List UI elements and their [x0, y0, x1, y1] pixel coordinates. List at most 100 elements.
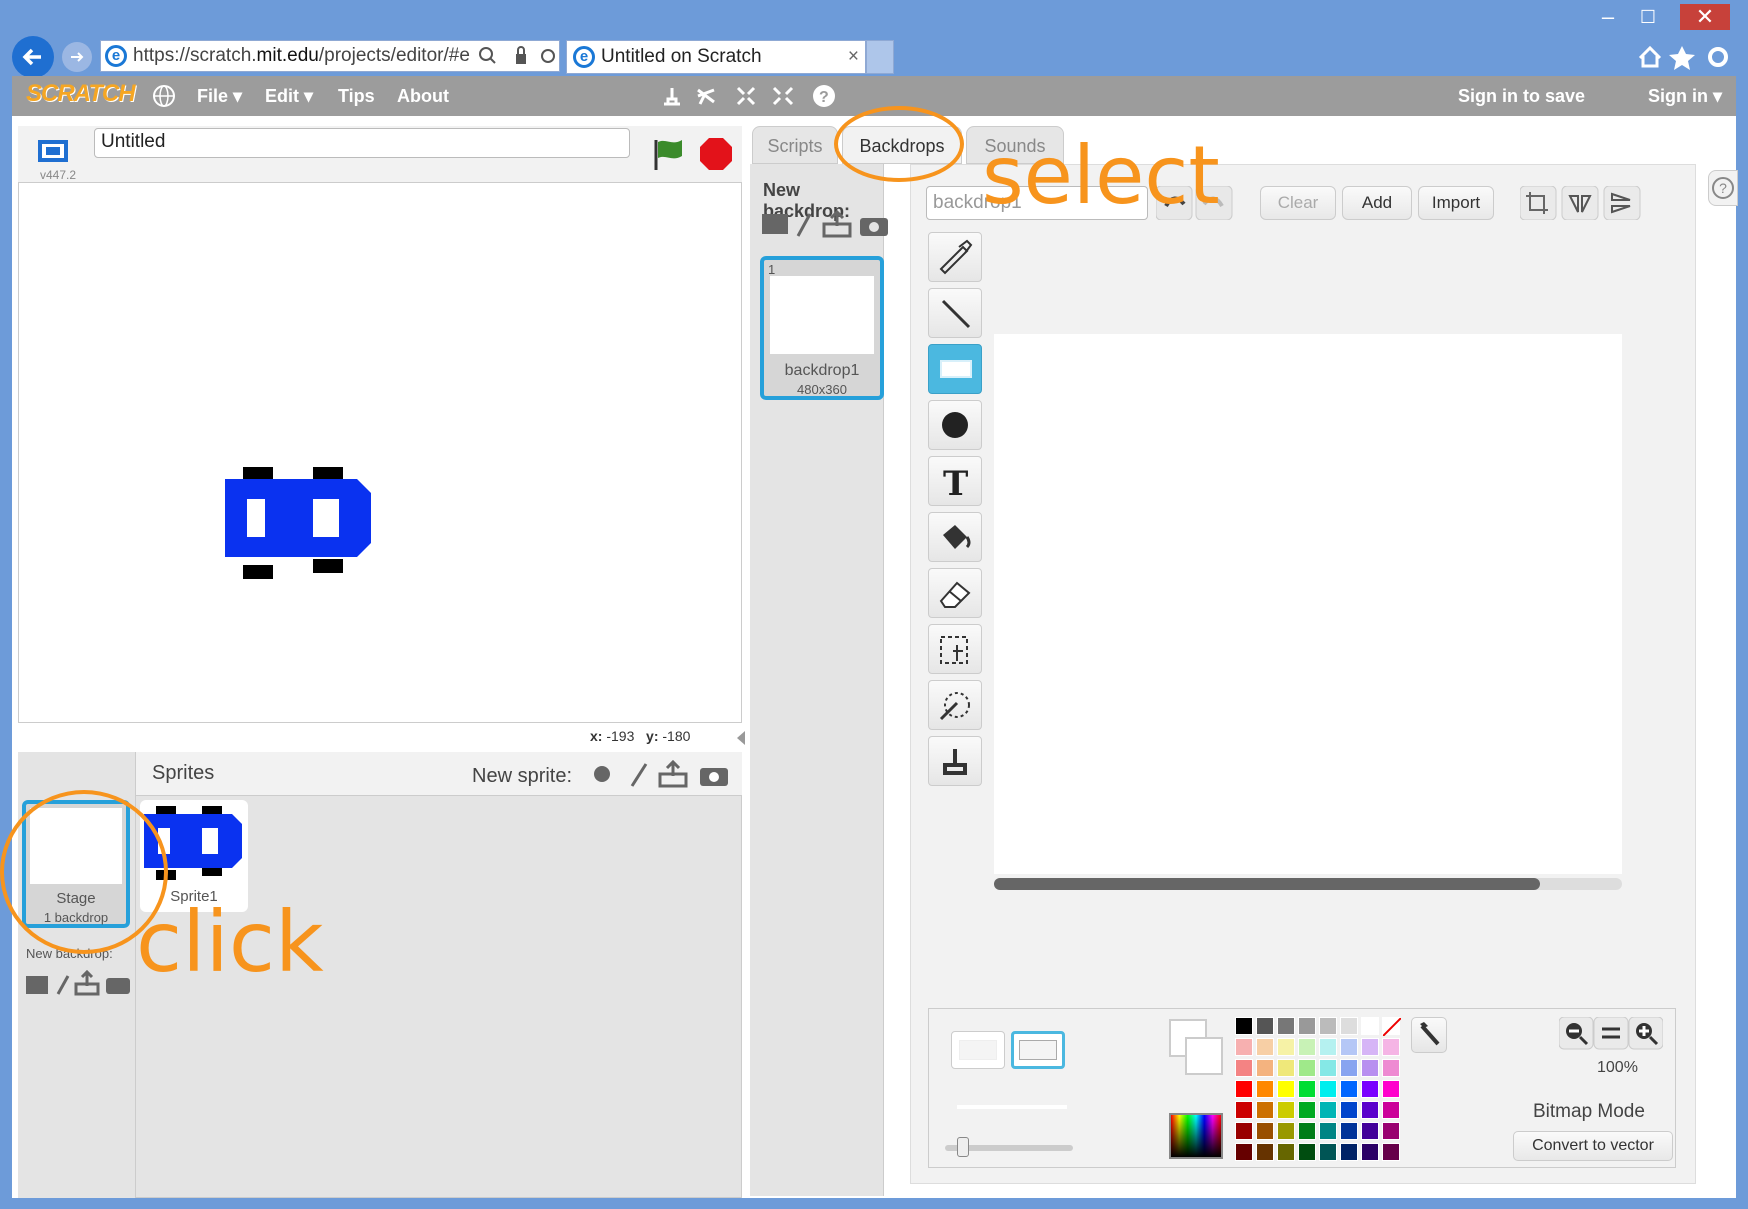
menu-about[interactable]: About — [397, 86, 449, 107]
new-backdrop-icons[interactable] — [760, 208, 890, 240]
color-swatch[interactable] — [1361, 1122, 1379, 1140]
close-window-button[interactable]: ✕ — [1680, 4, 1730, 30]
color-swatch[interactable] — [1361, 1038, 1379, 1056]
color-swatch[interactable] — [1319, 1080, 1337, 1098]
color-swatch[interactable] — [1235, 1143, 1253, 1161]
color-swatch[interactable] — [1340, 1143, 1358, 1161]
brush-size-handle[interactable] — [957, 1137, 969, 1157]
import-button[interactable]: Import — [1418, 186, 1494, 220]
help-tab[interactable]: ? — [1708, 170, 1738, 206]
globe-icon[interactable] — [152, 84, 176, 108]
canvas-scroll-thumb[interactable] — [994, 878, 1540, 890]
color-swatch[interactable] — [1382, 1122, 1400, 1140]
color-swatch[interactable] — [1319, 1059, 1337, 1077]
sign-in-to-save-link[interactable]: Sign in to save — [1458, 86, 1585, 107]
star-icon[interactable] — [1669, 46, 1695, 70]
clear-button[interactable]: Clear — [1260, 186, 1336, 220]
color-swatch[interactable] — [1382, 1143, 1400, 1161]
color-swatch[interactable] — [1235, 1101, 1253, 1119]
color-swatch[interactable] — [1256, 1122, 1274, 1140]
car-sprite[interactable] — [225, 467, 377, 579]
color-swatch[interactable] — [1319, 1017, 1337, 1035]
transform-icons[interactable] — [1520, 186, 1644, 220]
color-swatch[interactable] — [1319, 1143, 1337, 1161]
home-icon[interactable] — [1638, 45, 1662, 68]
zoom-controls[interactable] — [1559, 1017, 1663, 1051]
menu-tips[interactable]: Tips — [338, 86, 375, 107]
color-swatch[interactable] — [1361, 1143, 1379, 1161]
color-swatch[interactable] — [1298, 1059, 1316, 1077]
color-swatch[interactable] — [1340, 1101, 1358, 1119]
color-swatch[interactable] — [1235, 1080, 1253, 1098]
color-swatch[interactable] — [1382, 1080, 1400, 1098]
project-title-input[interactable]: Untitled — [94, 128, 630, 158]
paint-canvas[interactable] — [994, 334, 1622, 874]
back-button[interactable] — [12, 36, 54, 78]
color-swatch[interactable] — [1277, 1101, 1295, 1119]
scratch-logo[interactable]: SCRATCH — [26, 80, 136, 108]
color-swatch[interactable] — [1340, 1017, 1358, 1035]
color-swatch[interactable] — [1235, 1038, 1253, 1056]
color-picker[interactable] — [1169, 1113, 1223, 1159]
color-swatch[interactable] — [1277, 1122, 1295, 1140]
color-swatch[interactable] — [1298, 1017, 1316, 1035]
edit-tools-icons[interactable]: ? — [658, 82, 848, 110]
color-swatch[interactable] — [1256, 1143, 1274, 1161]
color-swatch[interactable] — [1340, 1122, 1358, 1140]
browser-tab[interactable]: e Untitled on Scratch × — [566, 40, 866, 74]
color-swatch[interactable] — [1361, 1080, 1379, 1098]
stage-new-backdrop-icons[interactable] — [24, 970, 134, 998]
color-swatch[interactable] — [1277, 1059, 1295, 1077]
gear-icon[interactable] — [1708, 47, 1728, 67]
color-swatch[interactable] — [1256, 1038, 1274, 1056]
remove-background-tool[interactable] — [928, 680, 982, 730]
forward-button[interactable] — [62, 42, 92, 72]
tab-scripts[interactable]: Scripts — [752, 126, 838, 164]
color-swatch[interactable] — [1256, 1101, 1274, 1119]
color-swatch[interactable] — [1298, 1122, 1316, 1140]
color-swatch[interactable] — [1382, 1038, 1400, 1056]
outline-rect-option[interactable] — [951, 1031, 1005, 1069]
color-swatch[interactable] — [1319, 1038, 1337, 1056]
color-swatch[interactable] — [1277, 1038, 1295, 1056]
color-swatch[interactable] — [1361, 1101, 1379, 1119]
green-flag-icon[interactable] — [650, 136, 686, 172]
stamp-tool[interactable] — [928, 736, 982, 786]
color-swatch[interactable] — [1277, 1143, 1295, 1161]
menu-file[interactable]: File ▾ — [197, 86, 242, 107]
color-swatch[interactable] — [1235, 1017, 1253, 1035]
fullscreen-icon[interactable] — [32, 134, 74, 170]
collapse-stage-icon[interactable] — [734, 728, 748, 748]
color-swatch[interactable] — [1235, 1059, 1253, 1077]
color-swatch[interactable] — [1256, 1017, 1274, 1035]
color-swatch[interactable] — [1319, 1101, 1337, 1119]
secondary-color[interactable] — [1185, 1037, 1223, 1075]
color-swatch[interactable] — [1277, 1017, 1295, 1035]
tab-close-icon[interactable]: × — [848, 46, 859, 68]
eyedropper-button[interactable] — [1411, 1017, 1447, 1053]
sign-in-link[interactable]: Sign in ▾ — [1648, 86, 1722, 107]
color-swatch[interactable] — [1361, 1017, 1379, 1035]
line-tool[interactable] — [928, 288, 982, 338]
transparent-swatch[interactable] — [1382, 1017, 1402, 1037]
menu-edit[interactable]: Edit ▾ — [265, 86, 313, 107]
color-swatch[interactable] — [1382, 1059, 1400, 1077]
color-swatch[interactable] — [1298, 1143, 1316, 1161]
text-tool[interactable]: T — [928, 456, 982, 506]
color-swatch[interactable] — [1298, 1038, 1316, 1056]
convert-to-vector-button[interactable]: Convert to vector — [1513, 1131, 1673, 1161]
color-swatch[interactable] — [1340, 1059, 1358, 1077]
filled-rect-option[interactable] — [1011, 1031, 1065, 1069]
maximize-button[interactable]: ☐ — [1626, 4, 1670, 30]
color-swatch[interactable] — [1361, 1059, 1379, 1077]
backdrop-item[interactable]: 1 backdrop1 480x360 — [760, 256, 884, 400]
color-swatch[interactable] — [1235, 1122, 1253, 1140]
stage-canvas[interactable] — [18, 182, 742, 723]
color-swatch[interactable] — [1382, 1101, 1400, 1119]
minimize-button[interactable]: – — [1586, 4, 1630, 30]
select-tool[interactable] — [928, 624, 982, 674]
address-bar[interactable]: e https://scratch. mit.edu/projects/edito… — [100, 40, 560, 72]
rectangle-tool[interactable] — [928, 344, 982, 394]
add-button[interactable]: Add — [1342, 186, 1412, 220]
color-swatch[interactable] — [1319, 1122, 1337, 1140]
